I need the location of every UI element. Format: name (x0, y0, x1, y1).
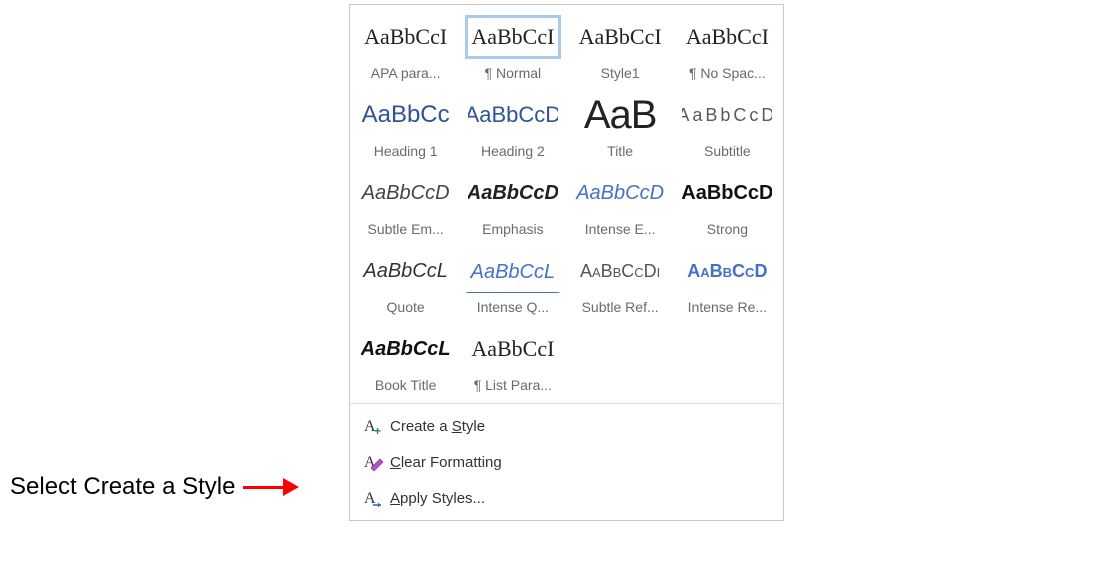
style-preview: AaBbCcL (358, 249, 454, 293)
style-label: Heading 1 (374, 143, 438, 159)
style-preview: AaBbCcI (465, 327, 561, 371)
style-label: Subtitle (704, 143, 751, 159)
style-cell[interactable]: AaBbCcD Subtle Em... (352, 167, 459, 245)
style-preview: AaBbCcL (465, 249, 561, 293)
style-cell[interactable]: AaBbCcL Book Title (352, 323, 459, 401)
apply-styles-icon: A (364, 488, 390, 508)
style-cell[interactable]: AaBbCcL Intense Q... (459, 245, 566, 323)
create-style-icon: A + (364, 416, 390, 436)
style-cell[interactable]: AaBbCcD Subtitle (674, 89, 781, 167)
style-label: Book Title (375, 377, 436, 393)
style-cell[interactable]: AaBbCcD Strong (674, 167, 781, 245)
style-cell[interactable]: AaBbCcI APA para... (352, 11, 459, 89)
style-preview: AaBbCcD (679, 93, 775, 137)
style-cell[interactable]: AaBbCcI ¶ Normal (459, 11, 566, 89)
style-label: Style1 (601, 65, 640, 81)
style-preview: AaBbCcD (572, 171, 668, 215)
style-label: Intense Q... (477, 299, 549, 315)
styles-gallery-panel: AaBbCcIAPA para...AaBbCcI¶ NormalAaBbCcI… (349, 4, 784, 521)
style-label: Intense E... (585, 221, 656, 237)
style-label: ¶ Normal (485, 65, 542, 81)
style-cell[interactable]: AaBbCcD Intense Re... (674, 245, 781, 323)
style-preview: AaBbCcD (465, 171, 561, 215)
style-preview: AaBbCcI (572, 15, 668, 59)
style-cell[interactable]: AaBbCcD Heading 2 (459, 89, 566, 167)
style-label: Quote (387, 299, 425, 315)
arrow-icon (243, 478, 299, 496)
style-preview: AaBbCcI (358, 15, 454, 59)
menu-clear-formatting[interactable]: A Clear Formatting (350, 444, 783, 480)
style-cell[interactable]: AaB Title (567, 89, 674, 167)
style-label: Intense Re... (688, 299, 767, 315)
style-preview: AaBbCcD (358, 171, 454, 215)
menu-apply-styles[interactable]: A Apply Styles... (350, 480, 783, 516)
clear-formatting-icon: A (364, 452, 390, 472)
style-cell[interactable]: AaBbCcD Emphasis (459, 167, 566, 245)
style-label: Title (607, 143, 633, 159)
styles-grid: AaBbCcIAPA para...AaBbCcI¶ NormalAaBbCcI… (350, 5, 783, 403)
style-cell[interactable]: AaBbCcL Quote (352, 245, 459, 323)
style-cell[interactable]: AaBbCcD Intense E... (567, 167, 674, 245)
menu-create-style[interactable]: A + Create a Style (350, 408, 783, 444)
style-cell[interactable]: AaBbCcI ¶ No Spac... (674, 11, 781, 89)
style-preview: AaBbCcDi (572, 249, 668, 293)
style-label: ¶ No Spac... (689, 65, 766, 81)
style-label: Strong (707, 221, 748, 237)
style-preview: AaBbCcI (465, 15, 561, 59)
style-cell[interactable]: AaBbCc Heading 1 (352, 89, 459, 167)
style-label: Subtle Ref... (582, 299, 659, 315)
style-preview: AaBbCcD (679, 249, 775, 293)
style-preview: AaBbCcL (358, 327, 454, 371)
styles-menu: A + Create a Style A Clear Formatting (350, 403, 783, 520)
style-cell[interactable]: AaBbCcI Style1 (567, 11, 674, 89)
callout-text: Select Create a Style (10, 473, 235, 501)
callout: Select Create a Style (10, 473, 299, 501)
menu-clear-formatting-label: Clear Formatting (390, 454, 502, 471)
style-preview: AaB (572, 93, 668, 137)
style-label: ¶ List Para... (474, 377, 552, 393)
menu-create-style-label: Create a Style (390, 418, 485, 435)
style-label: APA para... (371, 65, 441, 81)
style-label: Emphasis (482, 221, 543, 237)
style-preview: AaBbCcI (679, 15, 775, 59)
svg-text:+: + (374, 424, 381, 436)
style-preview: AaBbCc (358, 93, 454, 137)
style-label: Heading 2 (481, 143, 545, 159)
style-label: Subtle Em... (367, 221, 443, 237)
style-preview: AaBbCcD (679, 171, 775, 215)
style-cell[interactable]: AaBbCcDi Subtle Ref... (567, 245, 674, 323)
menu-apply-styles-label: Apply Styles... (390, 490, 485, 507)
style-cell[interactable]: AaBbCcI ¶ List Para... (459, 323, 566, 401)
style-preview: AaBbCcD (465, 93, 561, 137)
